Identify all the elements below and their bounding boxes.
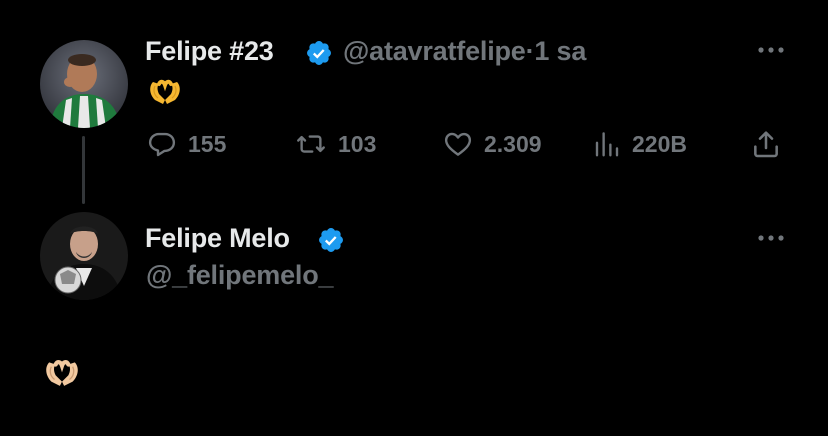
more-dots-icon[interactable]	[756, 45, 786, 55]
share-button[interactable]	[750, 126, 782, 162]
like-button[interactable]: 2.309	[442, 126, 542, 162]
share-icon	[754, 131, 778, 158]
verified-badge-icon	[319, 228, 343, 252]
reply-text: 🫶	[42, 356, 84, 390]
reply-button[interactable]: 155	[146, 126, 226, 162]
more-dots-icon[interactable]	[756, 233, 786, 243]
heart-hands-emoji	[150, 79, 180, 104]
views-button[interactable]: 220B	[592, 126, 687, 162]
reply-count: 155	[188, 130, 227, 157]
tweet-text: 🫶	[147, 76, 187, 108]
verified-badge-icon	[307, 41, 331, 65]
timestamp[interactable]: 1 sa	[534, 36, 586, 66]
avatar-felipe-23[interactable]	[40, 40, 128, 128]
thread-connector-line	[82, 136, 85, 204]
repost-button[interactable]: 103	[294, 126, 376, 162]
reply-icon	[148, 132, 176, 157]
heart-icon	[444, 132, 472, 156]
views-count: 220B	[632, 130, 687, 157]
repost-count: 103	[338, 130, 377, 157]
like-count: 2.309	[484, 130, 542, 157]
views-chart-icon	[595, 132, 619, 157]
handle[interactable]: @_felipemelo_	[146, 260, 333, 291]
repost-icon	[297, 135, 325, 153]
display-name[interactable]: Felipe Melo	[145, 223, 290, 254]
heart-hands-emoji-skin-tone	[46, 360, 78, 386]
handle[interactable]: @atavratfelipe	[343, 36, 526, 66]
display-name[interactable]: Felipe #23	[145, 36, 274, 67]
avatar-felipe-melo[interactable]	[40, 212, 128, 300]
handle-and-time: @atavratfelipe·1 sa	[343, 36, 586, 67]
